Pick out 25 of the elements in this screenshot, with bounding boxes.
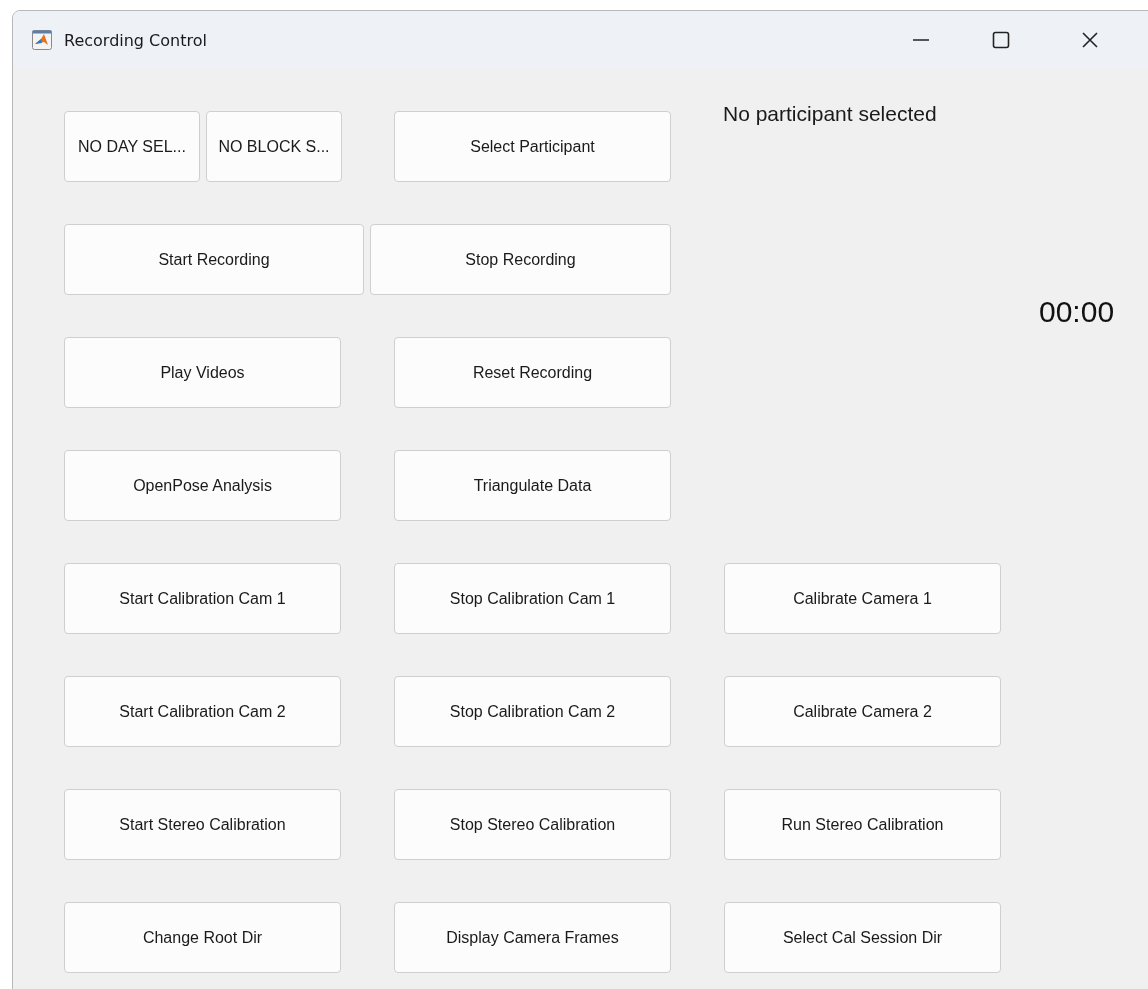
action-button[interactable]: Stop Recording [370, 224, 671, 295]
action-button[interactable]: NO BLOCK S... [206, 111, 342, 182]
action-button[interactable]: Stop Stereo Calibration [394, 789, 671, 860]
action-button[interactable]: Stop Calibration Cam 2 [394, 676, 671, 747]
action-button[interactable]: Start Calibration Cam 2 [64, 676, 341, 747]
action-button[interactable]: Reset Recording [394, 337, 671, 408]
action-button[interactable]: Change Root Dir [64, 902, 341, 973]
action-button[interactable]: Select Cal Session Dir [724, 902, 1001, 973]
action-button[interactable]: Stop Calibration Cam 1 [394, 563, 671, 634]
action-button[interactable]: Start Recording [64, 224, 364, 295]
action-button[interactable]: Run Stereo Calibration [724, 789, 1001, 860]
action-button[interactable]: Display Camera Frames [394, 902, 671, 973]
action-button[interactable]: Start Stereo Calibration [64, 789, 341, 860]
action-button[interactable]: OpenPose Analysis [64, 450, 341, 521]
action-button[interactable]: Select Participant [394, 111, 671, 182]
app-icon [32, 30, 52, 50]
action-button[interactable]: Play Videos [64, 337, 341, 408]
timer-label: 00:00 [1039, 295, 1115, 329]
action-button[interactable]: Calibrate Camera 2 [724, 676, 1001, 747]
action-button[interactable]: Triangulate Data [394, 450, 671, 521]
action-button[interactable]: Calibrate Camera 1 [724, 563, 1001, 634]
window-title: Recording Control [64, 30, 207, 50]
status-label: No participant selected [723, 102, 937, 126]
action-button[interactable]: NO DAY SEL... [64, 111, 200, 182]
action-button[interactable]: Start Calibration Cam 1 [64, 563, 341, 634]
